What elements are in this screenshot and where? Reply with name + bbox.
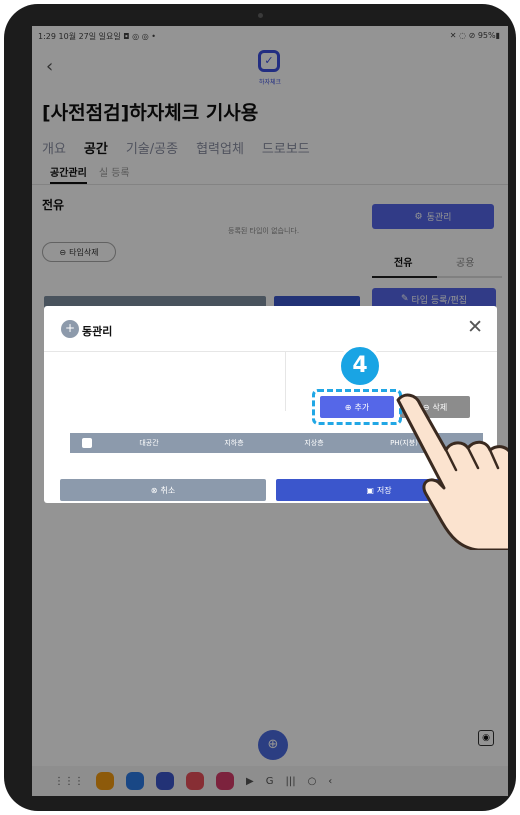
modal-vertical-divider: [285, 351, 286, 411]
modal-divider: [44, 351, 497, 352]
hand-pointer-icon: [396, 393, 508, 550]
modal-title: 동관리: [82, 325, 113, 338]
close-icon[interactable]: ✕: [467, 316, 483, 338]
highlight-box: [312, 389, 402, 425]
col-above-ground: 지상층: [304, 439, 324, 447]
plus-circle-icon: +: [61, 320, 79, 338]
col-large-space: 대공간: [139, 439, 159, 447]
step-badge: 4: [338, 344, 382, 388]
col-basement: 지하층: [224, 439, 244, 447]
cancel-icon: ⊗: [150, 485, 158, 495]
cancel-label: 취소: [160, 485, 176, 495]
save-icon: ▣: [366, 485, 374, 495]
screen: 1:29 10월 27일 일요일 ◘ ◎ ◎ • ✕ ◌ ⊘ 95%▮ ‹ ✓ …: [32, 26, 508, 796]
select-all-checkbox[interactable]: [82, 438, 92, 448]
cancel-button[interactable]: ⊗ 취소: [60, 479, 266, 501]
tablet-device: 1:29 10월 27일 일요일 ◘ ◎ ◎ • ✕ ◌ ⊘ 95%▮ ‹ ✓ …: [4, 4, 516, 811]
front-camera: [258, 13, 263, 18]
